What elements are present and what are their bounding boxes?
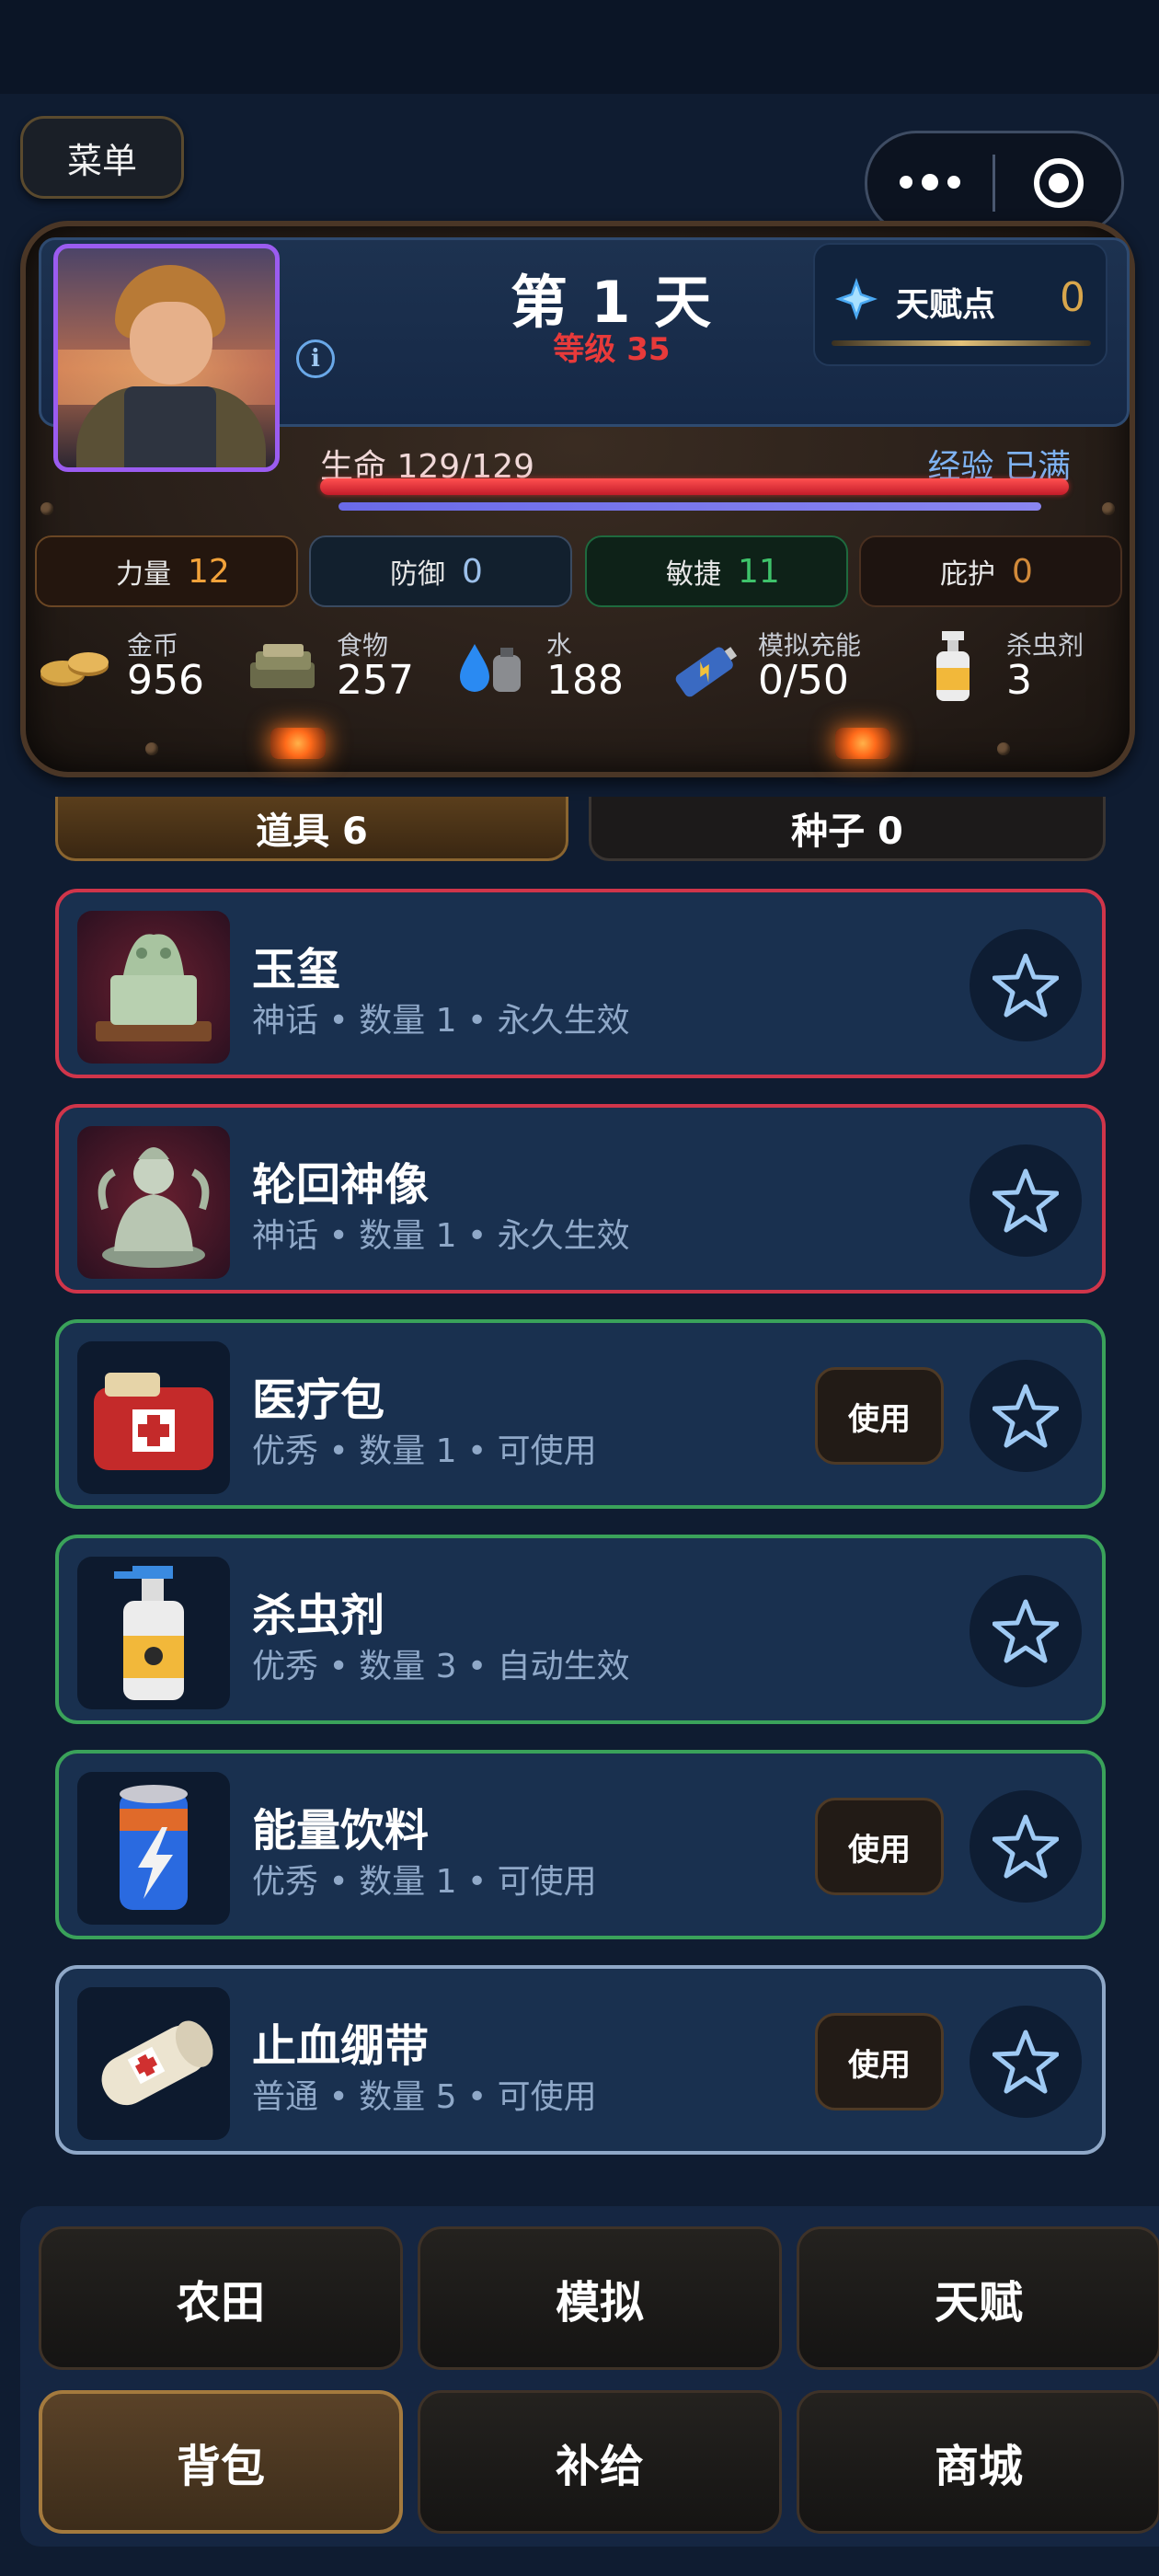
list-item[interactable]: 玉玺 神话 • 数量 1 • 永久生效 [55,889,1106,1078]
more-options-icon[interactable] [867,174,993,190]
resource-value: 257 [337,657,414,704]
star-icon [993,953,1059,1018]
use-button[interactable]: 使用 [815,1798,944,1895]
resource-sim-charge: 模拟充能 0/50 [666,626,878,708]
item-meta: 优秀 • 数量 3 • 自动生效 [252,1648,630,1685]
use-button[interactable]: 使用 [815,2013,944,2110]
item-name: 医疗包 [252,1374,385,1426]
favorite-button[interactable] [970,929,1082,1041]
item-name: 轮回神像 [252,1159,430,1211]
battery-icon [675,647,738,697]
status-bar-area [0,0,1159,94]
stat-value: 11 [738,552,780,591]
nav-talent-button[interactable]: 天赋 [797,2226,1159,2370]
talent-points-box[interactable]: 天赋点 0 [813,243,1107,366]
talent-value: 0 [1060,274,1085,321]
favorite-button[interactable] [970,1360,1082,1472]
resource-value: 0/50 [758,657,849,704]
panel-lamp-right [835,728,890,759]
list-item[interactable]: 医疗包 优秀 • 数量 1 • 可使用 使用 [55,1319,1106,1509]
water-icon [460,644,521,692]
stat-label: 敏捷 [666,558,721,591]
star-icon [993,1814,1059,1879]
stat-value: 12 [188,552,230,591]
nav-farm-button[interactable]: 农田 [39,2226,403,2370]
resource-value: 956 [127,657,204,704]
stat-strength: 力量 12 [35,535,298,607]
jade-seal-icon [77,911,230,1064]
resource-food: 食物 257 [247,626,430,708]
resource-insecticide: 杀虫剂 3 [929,626,1104,708]
stat-label: 力量 [116,558,171,591]
player-avatar[interactable] [53,244,280,472]
coins-icon [40,652,109,686]
favorite-button[interactable] [970,1575,1082,1687]
energy-drink-icon [77,1772,230,1925]
star-icon [993,2030,1059,2094]
nav-shop-button[interactable]: 商城 [797,2390,1159,2534]
nav-simulate-button[interactable]: 模拟 [418,2226,782,2370]
stat-value: 0 [1012,552,1033,591]
list-item[interactable]: 轮回神像 神话 • 数量 1 • 永久生效 [55,1104,1106,1294]
favorite-button[interactable] [970,1790,1082,1903]
star-icon [993,1168,1059,1233]
resource-water: 水 188 [456,626,640,708]
item-name: 能量饮料 [252,1805,430,1857]
item-meta: 神话 • 数量 1 • 永久生效 [252,1002,630,1040]
nav-backpack-button[interactable]: 背包 [39,2390,403,2534]
item-meta: 优秀 • 数量 1 • 可使用 [252,1432,597,1470]
item-name: 杀虫剂 [252,1590,385,1641]
resource-value: 3 [1006,657,1032,704]
mini-program-capsule [865,131,1124,236]
stat-label: 庇护 [940,558,995,591]
stat-value: 0 [462,552,483,591]
stat-label: 防御 [390,558,445,591]
player-level: 等级 35 [553,331,671,368]
close-target-button[interactable] [995,158,1121,208]
buddha-statue-icon [77,1126,230,1279]
star-icon [993,1599,1059,1663]
star-icon [993,1384,1059,1448]
medkit-icon [77,1341,230,1494]
resource-coins: 金币 956 [37,626,258,708]
tab-seeds[interactable]: 种子 0 [589,797,1106,861]
favorite-button[interactable] [970,1144,1082,1257]
info-icon[interactable]: i [296,339,335,378]
item-meta: 优秀 • 数量 1 • 可使用 [252,1863,597,1901]
stat-agility: 敏捷 11 [585,535,848,607]
use-button[interactable]: 使用 [815,1367,944,1465]
tab-items[interactable]: 道具 6 [55,797,568,861]
spray-icon [936,631,970,701]
crystal-icon [835,278,878,320]
menu-button[interactable]: 菜单 [20,116,184,199]
talent-underline [832,340,1091,346]
list-item[interactable]: 杀虫剂 优秀 • 数量 3 • 自动生效 [55,1535,1106,1724]
list-item[interactable]: 止血绷带 普通 • 数量 5 • 可使用 使用 [55,1965,1106,2155]
hp-bar [320,478,1069,495]
food-icon [250,644,315,688]
favorite-button[interactable] [970,2006,1082,2118]
item-name: 止血绷带 [252,2020,430,2072]
stat-defense: 防御 0 [309,535,572,607]
panel-lamp-left [270,728,326,759]
exp-bar [339,502,1041,511]
resource-value: 188 [546,657,624,704]
bandage-icon [77,1987,230,2140]
spray-icon [77,1557,230,1709]
menu-label: 菜单 [66,140,137,181]
item-meta: 神话 • 数量 1 • 永久生效 [252,1217,630,1255]
stat-shelter: 庇护 0 [859,535,1122,607]
list-item[interactable]: 能量饮料 优秀 • 数量 1 • 可使用 使用 [55,1750,1106,1939]
target-icon [1033,158,1084,208]
item-name: 玉玺 [252,944,341,995]
nav-supply-button[interactable]: 补给 [418,2390,782,2534]
talent-label: 天赋点 [896,286,996,324]
item-meta: 普通 • 数量 5 • 可使用 [252,2078,597,2116]
